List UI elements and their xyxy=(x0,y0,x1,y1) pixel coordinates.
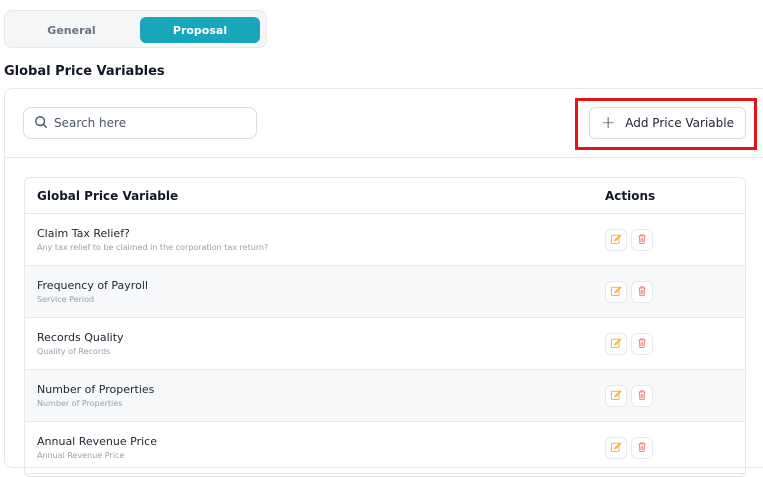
delete-button[interactable] xyxy=(631,228,653,251)
row-subtitle: Any tax relief to be claimed in the corp… xyxy=(37,243,269,252)
row-title: Annual Revenue Price xyxy=(37,435,157,448)
plus-icon: + xyxy=(601,112,616,133)
delete-button[interactable] xyxy=(631,436,653,459)
table-row: Frequency of Payroll Service Period xyxy=(25,266,745,318)
add-price-variable-label: Add Price Variable xyxy=(625,116,734,130)
row-title: Claim Tax Relief? xyxy=(37,227,130,240)
tab-general[interactable]: General xyxy=(15,17,128,43)
row-title: Frequency of Payroll xyxy=(37,279,148,292)
search-box[interactable] xyxy=(23,107,257,139)
edit-icon xyxy=(610,386,622,405)
edit-icon xyxy=(610,334,622,353)
edit-button[interactable] xyxy=(605,228,627,251)
column-header-name: Global Price Variable xyxy=(37,188,179,203)
search-icon xyxy=(34,114,48,133)
delete-button[interactable] xyxy=(631,384,653,407)
row-subtitle: Annual Revenue Price xyxy=(37,451,125,460)
tab-proposal[interactable]: Proposal xyxy=(140,17,260,43)
tab-switcher: General Proposal xyxy=(4,10,267,48)
trash-icon xyxy=(636,386,648,405)
row-subtitle: Service Period xyxy=(37,295,95,304)
edit-icon xyxy=(610,282,622,301)
edit-icon xyxy=(610,230,622,249)
search-input[interactable] xyxy=(54,116,244,130)
row-subtitle: Number of Properties xyxy=(37,399,123,408)
row-subtitle: Quality of Records xyxy=(37,347,111,356)
table-row: Annual Revenue Price Annual Revenue Pric… xyxy=(25,422,745,474)
delete-button[interactable] xyxy=(631,332,653,355)
table-row: Records Quality Quality of Records xyxy=(25,318,745,370)
price-variables-table: Global Price Variable Actions Claim Tax … xyxy=(24,177,746,477)
page-title: Global Price Variables xyxy=(4,64,165,79)
trash-icon xyxy=(636,230,648,249)
row-title: Number of Properties xyxy=(37,383,155,396)
trash-icon xyxy=(636,334,648,353)
add-price-variable-button[interactable]: + Add Price Variable xyxy=(589,107,746,139)
delete-button[interactable] xyxy=(631,280,653,303)
edit-button[interactable] xyxy=(605,280,627,303)
trash-icon xyxy=(636,282,648,301)
table-row: Claim Tax Relief? Any tax relief to be c… xyxy=(25,214,745,266)
row-title: Records Quality xyxy=(37,331,124,344)
divider xyxy=(5,157,763,158)
trash-icon xyxy=(636,438,648,457)
edit-button[interactable] xyxy=(605,332,627,355)
edit-button[interactable] xyxy=(605,436,627,459)
table-row: Number of Properties Number of Propertie… xyxy=(25,370,745,422)
edit-button[interactable] xyxy=(605,384,627,407)
column-header-actions: Actions xyxy=(605,188,656,203)
table-header: Global Price Variable Actions xyxy=(25,178,745,214)
edit-icon xyxy=(610,438,622,457)
price-variables-card: + Add Price Variable Global Price Variab… xyxy=(4,88,763,477)
